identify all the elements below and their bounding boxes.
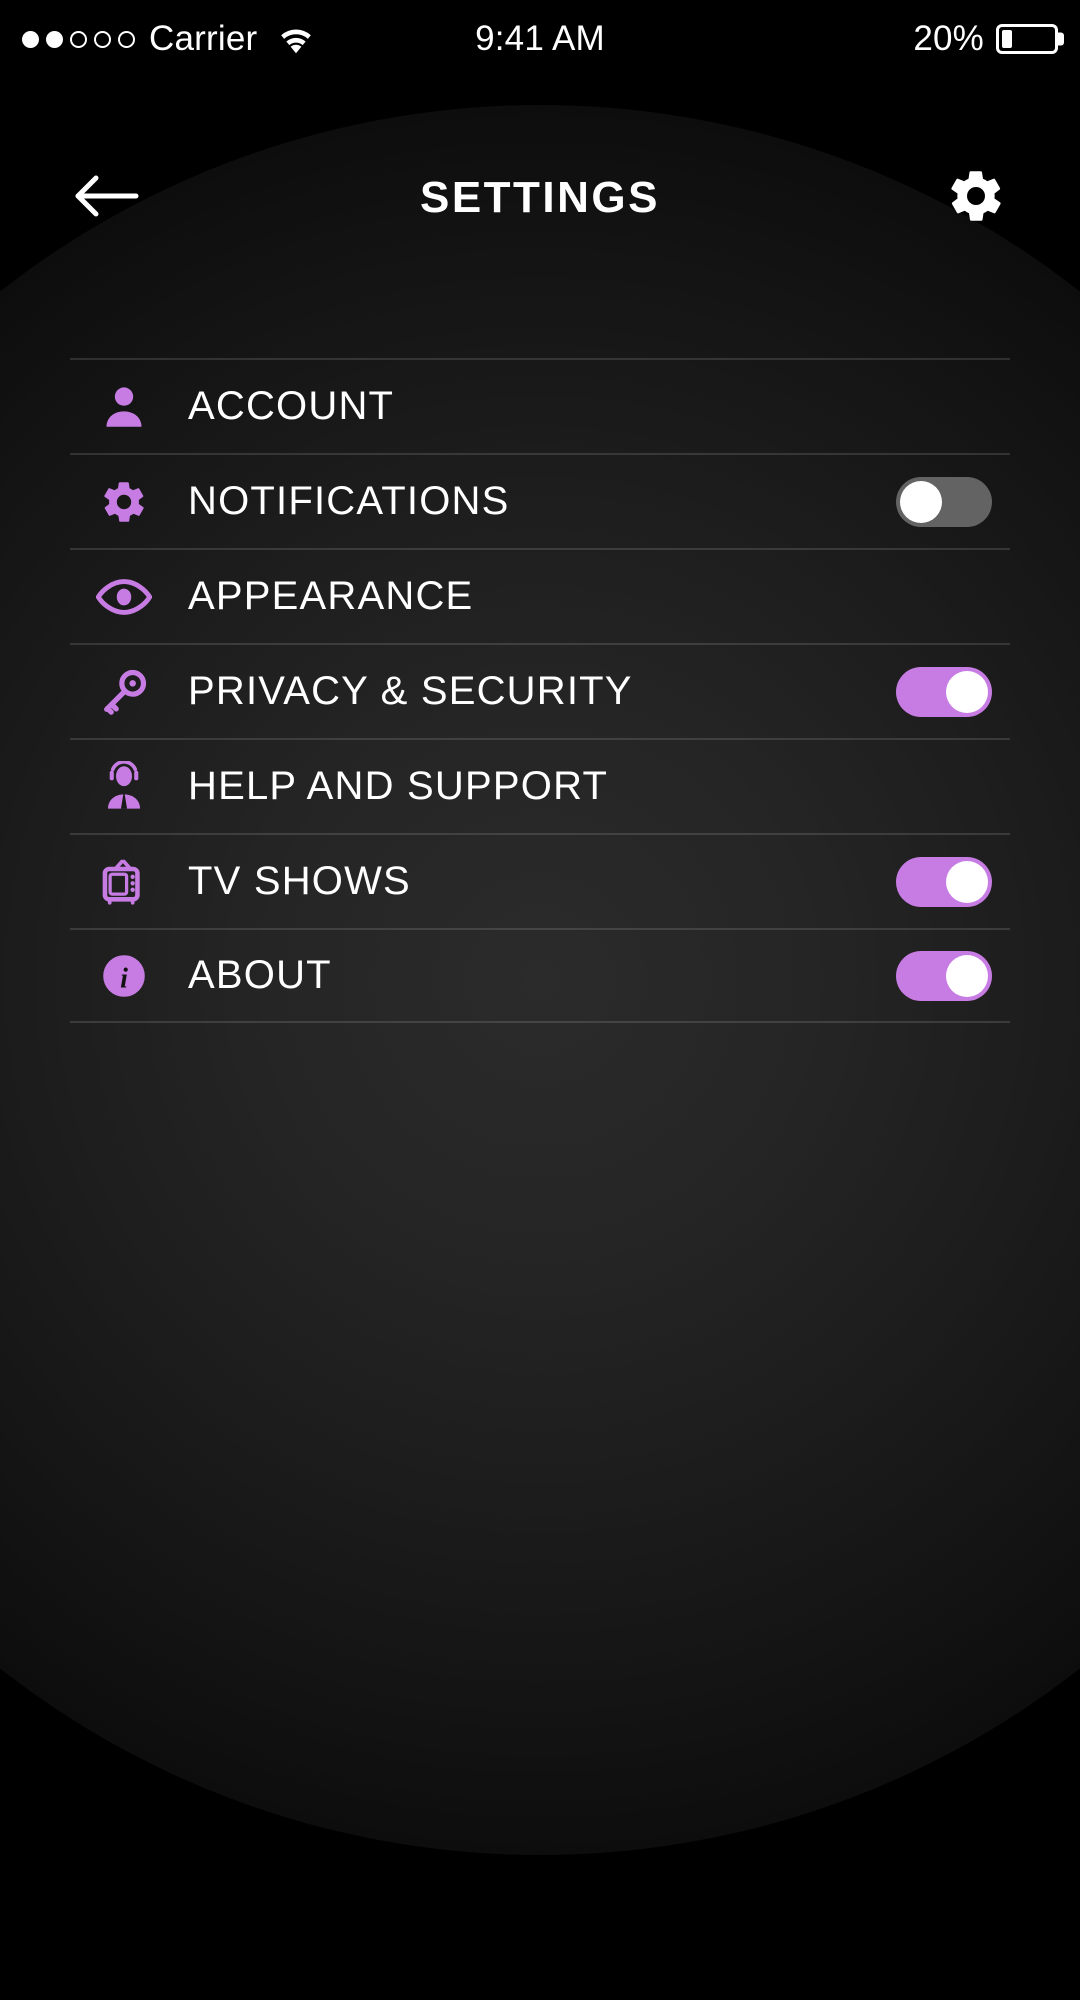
- back-arrow-icon: [74, 172, 140, 225]
- signal-dot-3: [70, 30, 87, 48]
- key-icon: [88, 656, 160, 728]
- settings-row-label: TV SHOWS: [188, 859, 411, 903]
- wifi-icon: [277, 24, 315, 54]
- toggle-knob: [900, 480, 942, 523]
- settings-row-label: NOTIFICATIONS: [188, 479, 510, 523]
- info-circle-icon: i: [88, 940, 160, 1012]
- settings-list: ACCOUNT NOTIFICATIONS APPEARANCE PRIVACY…: [0, 358, 1080, 1023]
- settings-row-privacy-security[interactable]: PRIVACY & SECURITY: [70, 643, 1010, 738]
- battery-icon: [996, 24, 1058, 54]
- gear-icon: [88, 466, 160, 538]
- notifications-toggle[interactable]: [896, 476, 992, 527]
- settings-row-about[interactable]: i ABOUT: [70, 928, 1010, 1023]
- battery-percent-label: 20%: [913, 19, 984, 58]
- settings-row-label: APPEARANCE: [188, 574, 474, 618]
- signal-dot-2: [46, 30, 63, 48]
- status-bar: Carrier 9:41 AM 20%: [0, 0, 1080, 78]
- settings-row-label: HELP AND SUPPORT: [188, 764, 609, 808]
- status-bar-right: 20%: [913, 19, 1058, 59]
- privacy-security-toggle[interactable]: [896, 666, 992, 717]
- about-toggle[interactable]: [896, 950, 992, 1001]
- settings-row-appearance[interactable]: APPEARANCE: [70, 548, 1010, 643]
- signal-dot-5: [118, 30, 135, 48]
- person-icon: [88, 371, 160, 443]
- battery-fill: [1002, 30, 1012, 48]
- status-bar-left: Carrier: [22, 19, 913, 59]
- support-agent-icon: [88, 751, 160, 823]
- back-button[interactable]: [64, 155, 150, 241]
- settings-row-help-and-support[interactable]: HELP AND SUPPORT: [70, 738, 1010, 833]
- settings-row-label: ACCOUNT: [188, 384, 395, 428]
- carrier-label: Carrier: [149, 19, 258, 58]
- toggle-knob: [946, 860, 988, 903]
- eye-icon: [88, 561, 160, 633]
- settings-row-tv-shows[interactable]: TV SHOWS: [70, 833, 1010, 928]
- signal-strength-dots: [22, 30, 135, 48]
- page-header: SETTINGS: [0, 133, 1080, 263]
- tv-shows-toggle[interactable]: [896, 856, 992, 907]
- television-icon: [88, 846, 160, 918]
- settings-row-notifications[interactable]: NOTIFICATIONS: [70, 453, 1010, 548]
- toggle-knob: [946, 670, 988, 713]
- signal-dot-1: [22, 30, 39, 48]
- toggle-knob: [946, 954, 988, 997]
- gear-icon: [946, 166, 1006, 231]
- settings-row-label: PRIVACY & SECURITY: [188, 669, 633, 713]
- signal-dot-4: [94, 30, 111, 48]
- settings-row-account[interactable]: ACCOUNT: [70, 358, 1010, 453]
- settings-row-label: ABOUT: [188, 953, 332, 997]
- page-title: SETTINGS: [419, 173, 661, 222]
- settings-gear-button[interactable]: [936, 158, 1016, 238]
- svg-text:i: i: [120, 963, 128, 994]
- settings-screen: Carrier 9:41 AM 20% SETTINGS ACCOUNT NOT…: [0, 0, 1080, 2000]
